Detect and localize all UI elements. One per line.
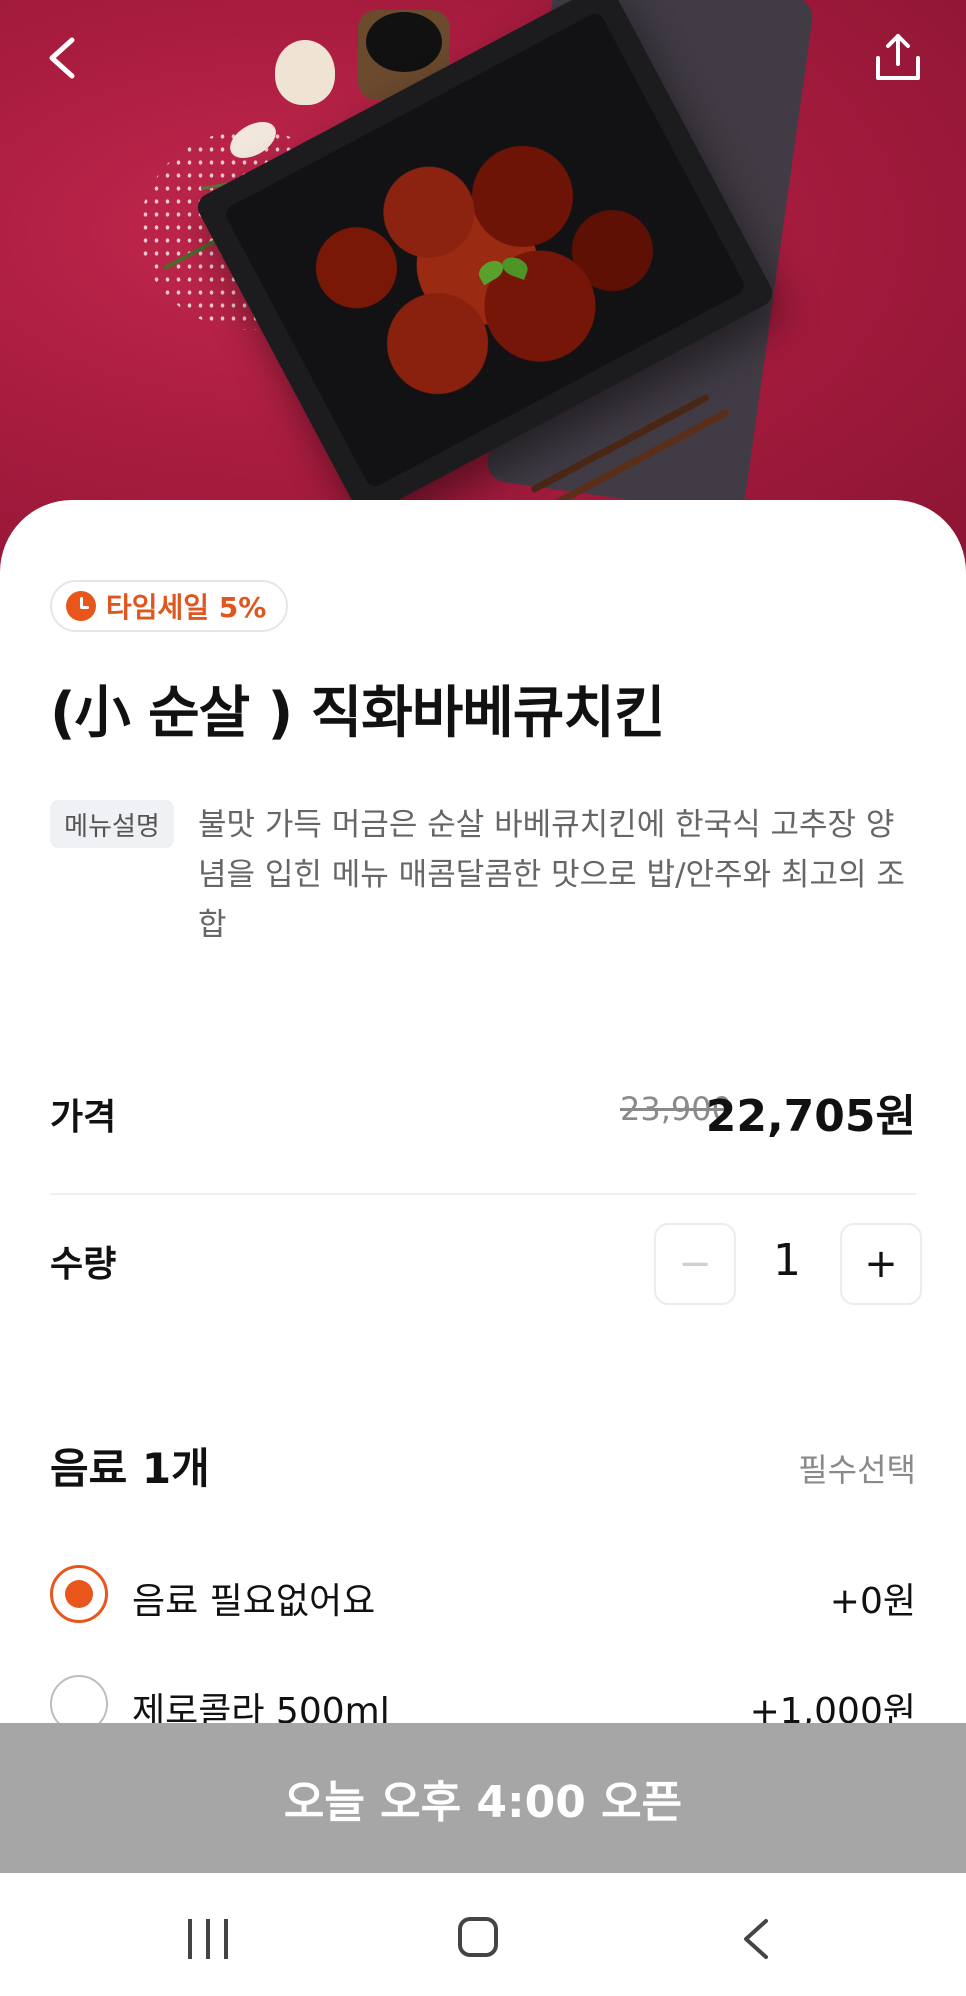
product-image — [0, 0, 966, 580]
description-tag: 메뉴설명 — [50, 800, 174, 848]
system-back-button[interactable] — [736, 1917, 776, 1961]
back-arrow-icon — [49, 37, 75, 79]
option-label-no-drink[interactable]: 음료 필요없어요 — [132, 1572, 375, 1624]
time-sale-badge: 타임세일 5% — [50, 580, 289, 632]
option-group-title: 음료 1개 — [50, 1444, 210, 1493]
product-description: 불맛 가득 머금은 순살 바베큐치킨에 한국식 고추장 양념을 입힌 메뉴 매콤… — [198, 807, 905, 943]
required-label: 필수선택 — [798, 1451, 916, 1489]
share-icon — [876, 34, 920, 80]
clock-icon — [66, 591, 96, 621]
home-button[interactable] — [458, 1917, 498, 1957]
divider — [50, 1193, 916, 1195]
pepper-jar-top — [366, 12, 442, 72]
quantity-decrease-button[interactable]: − — [654, 1223, 736, 1305]
sale-price: 22,705원 — [705, 1091, 916, 1142]
store-open-time-button[interactable]: 오늘 오후 4:00 오픈 — [0, 1723, 966, 1873]
time-sale-label: 타임세일 5% — [106, 591, 267, 624]
back-chevron-icon — [744, 1919, 768, 1959]
share-button[interactable] — [870, 30, 926, 86]
quantity-label: 수량 — [50, 1244, 117, 1285]
option-radio-no-drink[interactable] — [50, 1565, 108, 1623]
garlic-decoration — [275, 40, 335, 105]
back-button[interactable] — [40, 28, 88, 88]
quantity-value: 1 — [773, 1235, 801, 1286]
quantity-increase-button[interactable]: + — [840, 1223, 922, 1305]
price-label: 가격 — [50, 1097, 117, 1138]
product-title: (小 순살 ) 직화바베큐치킨 — [50, 681, 665, 746]
recent-apps-button[interactable] — [188, 1919, 228, 1959]
option-price-no-drink: +0원 — [829, 1581, 916, 1622]
system-navigation-bar — [0, 1873, 966, 1996]
